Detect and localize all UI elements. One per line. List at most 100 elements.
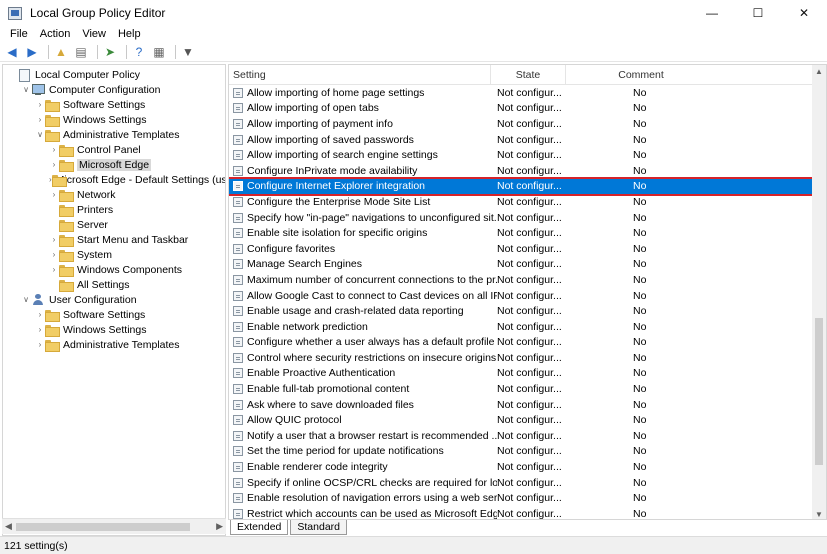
table-row[interactable]: Allow importing of payment info Not confi…: [229, 116, 814, 132]
folder-icon: [45, 324, 60, 337]
table-row[interactable]: Configure Internet Explorer integration N…: [229, 176, 816, 197]
table-row[interactable]: Allow importing of home page settings Not…: [229, 85, 814, 101]
table-row[interactable]: Restrict which accounts can be used as M…: [229, 506, 814, 519]
show-hide-tree-icon[interactable]: ▤: [73, 44, 89, 60]
folder-icon: [59, 279, 74, 292]
table-row[interactable]: Enable Proactive Authentication Not confi…: [229, 366, 814, 382]
tree-node[interactable]: › Software Settings: [3, 97, 225, 112]
help-icon[interactable]: ?: [131, 44, 147, 60]
chevron-right-icon[interactable]: ›: [49, 142, 59, 157]
table-row[interactable]: Enable renderer code integrity Not config…: [229, 459, 814, 475]
scroll-thumb[interactable]: [16, 523, 190, 531]
policy-setting-icon: [233, 103, 243, 114]
table-row[interactable]: Configure whether a user always has a de…: [229, 335, 814, 351]
table-row[interactable]: Control where security restrictions on i…: [229, 350, 814, 366]
menu-file[interactable]: File: [4, 28, 34, 40]
chevron-right-icon[interactable]: ›: [49, 262, 59, 277]
table-row[interactable]: Notify a user that a browser restart is …: [229, 428, 814, 444]
table-row[interactable]: Enable resolution of navigation errors u…: [229, 490, 814, 506]
tree-node[interactable]: ∨ Administrative Templates: [3, 127, 225, 142]
tree-node[interactable]: ∨ Computer Configuration: [3, 82, 225, 97]
menu-action[interactable]: Action: [34, 28, 77, 40]
tree-node[interactable]: Server: [3, 217, 225, 232]
column-comment[interactable]: Comment: [566, 65, 716, 85]
filter-icon[interactable]: ▼: [180, 44, 196, 60]
export-list-icon[interactable]: ➤: [102, 44, 118, 60]
properties-icon[interactable]: ▦: [151, 44, 167, 60]
tree-horizontal-scrollbar[interactable]: ◀ ▶: [2, 518, 226, 534]
tree-node[interactable]: › Windows Settings: [3, 322, 225, 337]
table-row[interactable]: Enable site isolation for specific origi…: [229, 225, 814, 241]
table-row[interactable]: Allow importing of saved passwords Not co…: [229, 132, 814, 148]
table-row[interactable]: Specify if online OCSP/CRL checks are re…: [229, 475, 814, 491]
tree-node[interactable]: Printers: [3, 202, 225, 217]
up-folder-icon[interactable]: ▲: [53, 44, 69, 60]
scroll-thumb[interactable]: [815, 318, 823, 465]
table-row[interactable]: Specify how "in-page" navigations to unc…: [229, 210, 814, 226]
tree-node[interactable]: › Administrative Templates: [3, 337, 225, 352]
tree-node[interactable]: › Network: [3, 187, 225, 202]
cell-state: Not configur...: [497, 336, 562, 349]
cell-state: Not configur...: [497, 180, 562, 193]
minimize-button[interactable]: —: [689, 0, 735, 26]
table-row[interactable]: Allow importing of open tabs Not configur…: [229, 101, 814, 117]
table-row[interactable]: Allow importing of search engine setting…: [229, 147, 814, 163]
scroll-down-icon[interactable]: ▼: [815, 510, 823, 519]
tree-node[interactable]: › Start Menu and Taskbar: [3, 232, 225, 247]
table-row[interactable]: Allow QUIC protocol Not configur... No: [229, 412, 814, 428]
scroll-right-icon[interactable]: ▶: [216, 521, 223, 532]
settings-vertical-scrollbar[interactable]: ▲ ▼: [812, 65, 826, 519]
table-row[interactable]: Configure InPrivate mode availability Not…: [229, 163, 814, 179]
table-row[interactable]: Allow Google Cast to connect to Cast dev…: [229, 288, 814, 304]
chevron-right-icon[interactable]: ›: [49, 247, 59, 262]
chevron-right-icon[interactable]: ›: [49, 157, 59, 172]
folder-icon: [45, 99, 60, 112]
table-row[interactable]: Set the time period for update notificat…: [229, 444, 814, 460]
chevron-down-icon[interactable]: ∨: [21, 292, 31, 307]
tree-node[interactable]: ∨ User Configuration: [3, 292, 225, 307]
chevron-down-icon[interactable]: ∨: [35, 127, 45, 142]
tree-node[interactable]: › Software Settings: [3, 307, 225, 322]
table-row[interactable]: Enable full-tab promotional content Not c…: [229, 381, 814, 397]
tab-extended[interactable]: Extended: [230, 520, 289, 535]
table-row[interactable]: Maximum number of concurrent connections…: [229, 272, 814, 288]
cell-setting: Allow importing of payment info: [247, 117, 393, 130]
chevron-right-icon[interactable]: ›: [35, 337, 45, 352]
back-arrow-icon[interactable]: ◀: [4, 44, 20, 60]
menu-view[interactable]: View: [76, 28, 112, 40]
tree-node[interactable]: › System: [3, 247, 225, 262]
column-state[interactable]: State: [491, 65, 566, 85]
tree-node[interactable]: All Settings: [3, 277, 225, 292]
table-row[interactable]: Enable usage and crash-related data repo…: [229, 303, 814, 319]
maximize-button[interactable]: ☐: [735, 0, 781, 26]
table-row[interactable]: Ask where to save downloaded files Not co…: [229, 397, 814, 413]
scroll-left-icon[interactable]: ◀: [5, 521, 12, 532]
chevron-right-icon[interactable]: ›: [49, 232, 59, 247]
table-row[interactable]: Manage Search Engines Not configur... No: [229, 257, 814, 273]
tree-node[interactable]: › Windows Settings: [3, 112, 225, 127]
close-button[interactable]: ✕: [781, 0, 827, 26]
tree-node[interactable]: › Microsoft Edge: [3, 157, 225, 172]
tree-node[interactable]: Local Computer Policy: [3, 67, 225, 82]
title-bar: Local Group Policy Editor — ☐ ✕: [0, 0, 827, 26]
column-setting[interactable]: Setting: [229, 65, 491, 85]
tree-node[interactable]: › Control Panel: [3, 142, 225, 157]
chevron-down-icon[interactable]: ∨: [21, 82, 31, 97]
table-row[interactable]: Configure the Enterprise Mode Site List N…: [229, 194, 814, 210]
table-row[interactable]: Enable network prediction Not configur...…: [229, 319, 814, 335]
tab-standard[interactable]: Standard: [290, 520, 347, 535]
chevron-right-icon[interactable]: ›: [35, 307, 45, 322]
chevron-right-icon[interactable]: ›: [35, 322, 45, 337]
chevron-right-icon[interactable]: ›: [49, 187, 59, 202]
tree-node[interactable]: › Microsoft Edge - Default Settings (us: [3, 172, 225, 187]
chevron-right-icon[interactable]: ›: [35, 112, 45, 127]
cell-state: Not configur...: [497, 273, 562, 286]
tree-node-label: Printers: [77, 203, 114, 216]
forward-arrow-icon[interactable]: ▶: [24, 44, 40, 60]
table-row[interactable]: Configure favorites Not configur... No: [229, 241, 814, 257]
chevron-right-icon[interactable]: ›: [35, 97, 45, 112]
tree-node[interactable]: › Windows Components: [3, 262, 225, 277]
cell-comment: No: [633, 461, 647, 474]
menu-help[interactable]: Help: [112, 28, 147, 40]
scroll-up-icon[interactable]: ▲: [815, 67, 823, 76]
